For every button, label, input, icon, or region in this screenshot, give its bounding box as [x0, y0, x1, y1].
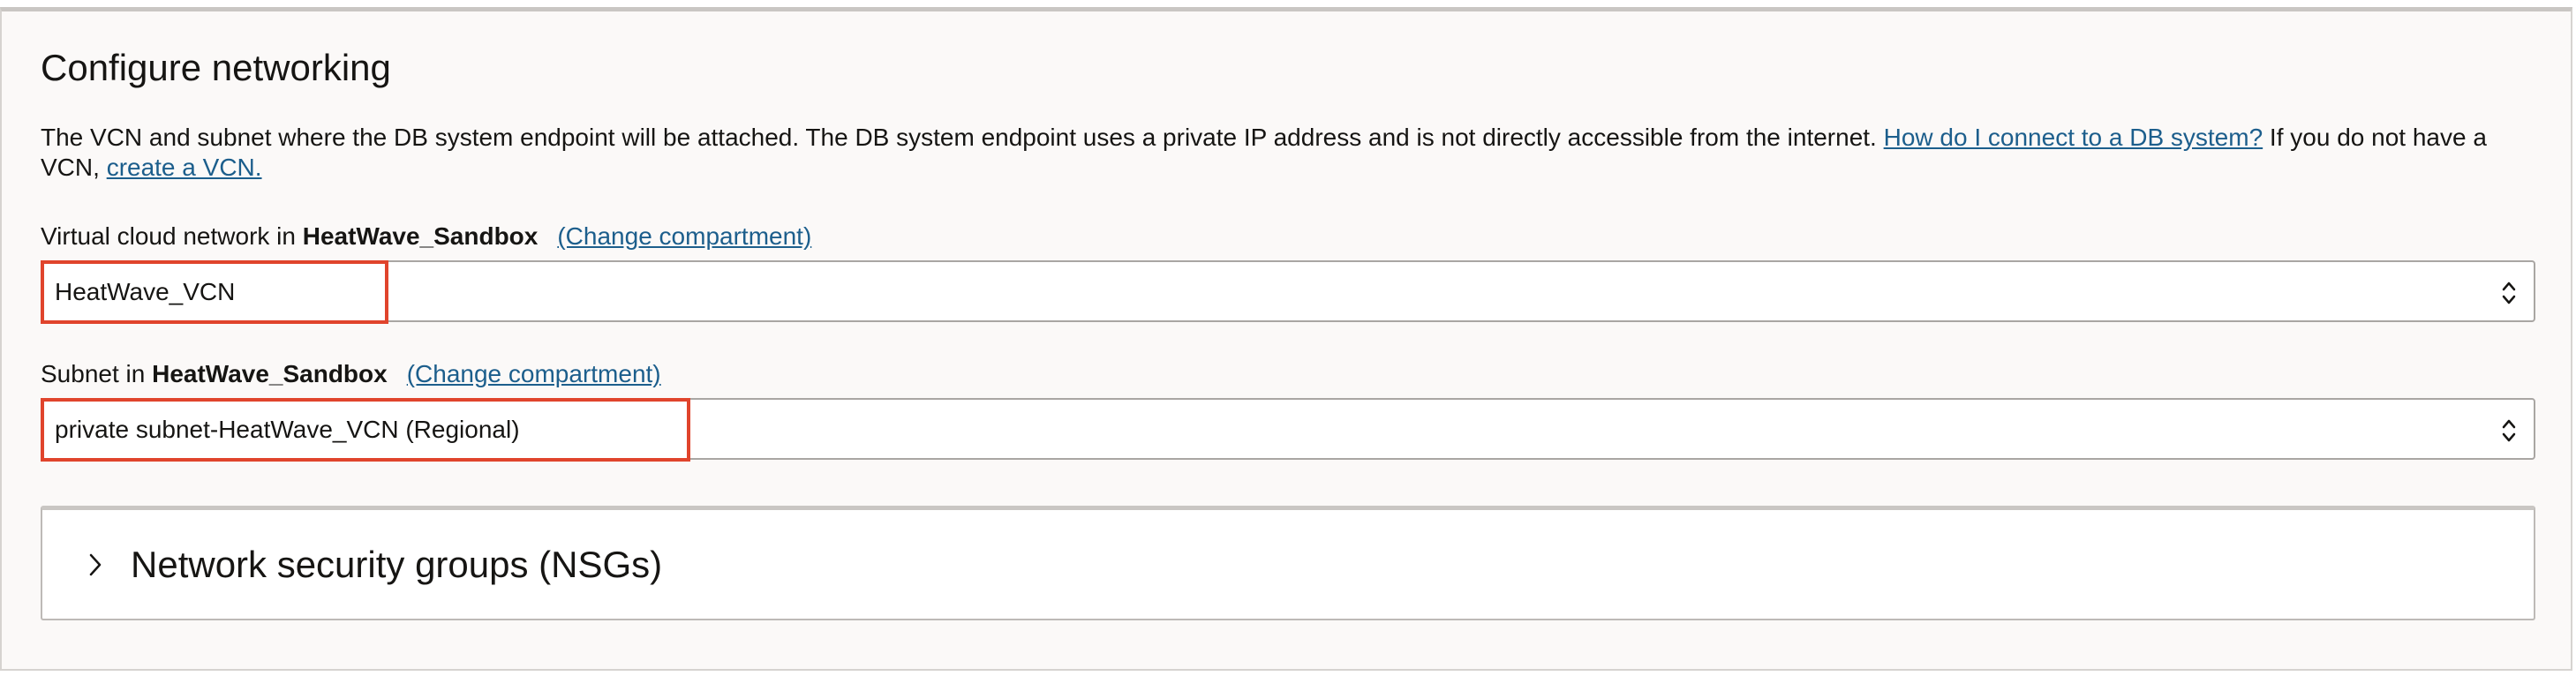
subnet-label-prefix: Subnet in	[41, 360, 153, 387]
vcn-compartment-name: HeatWave_Sandbox	[302, 222, 539, 250]
vcn-label-prefix: Virtual cloud network in	[41, 222, 303, 250]
connect-help-link[interactable]: How do I connect to a DB system?	[1884, 124, 2263, 151]
nsg-section-title[interactable]: Network security groups (NSGs)	[131, 544, 662, 586]
create-vcn-link[interactable]: create a VCN.	[107, 154, 262, 181]
vcn-label: Virtual cloud network in HeatWave_Sandbo…	[41, 222, 811, 252]
vcn-select[interactable]: HeatWave_VCN	[41, 260, 2535, 322]
subnet-change-compartment-link[interactable]: (Change compartment)	[407, 360, 661, 387]
subnet-highlight-box	[41, 398, 690, 462]
vcn-change-compartment-link[interactable]: (Change compartment)	[557, 222, 811, 250]
section-title: Configure networking	[41, 47, 391, 88]
subnet-label: Subnet in HeatWave_Sandbox (Change compar…	[41, 359, 661, 389]
description-text: The VCN and subnet where the DB system e…	[41, 124, 1884, 151]
up-down-chevron-icon	[2502, 419, 2516, 442]
section-description: The VCN and subnet where the DB system e…	[41, 123, 2539, 183]
subnet-compartment-name: HeatWave_Sandbox	[152, 360, 388, 387]
nsg-collapsible-section[interactable]: Network security groups (NSGs)	[41, 506, 2535, 620]
chevron-right-icon[interactable]	[87, 551, 104, 579]
up-down-chevron-icon	[2502, 282, 2516, 304]
configure-networking-panel: Configure networking The VCN and subnet …	[0, 7, 2572, 671]
vcn-highlight-box	[41, 260, 388, 324]
